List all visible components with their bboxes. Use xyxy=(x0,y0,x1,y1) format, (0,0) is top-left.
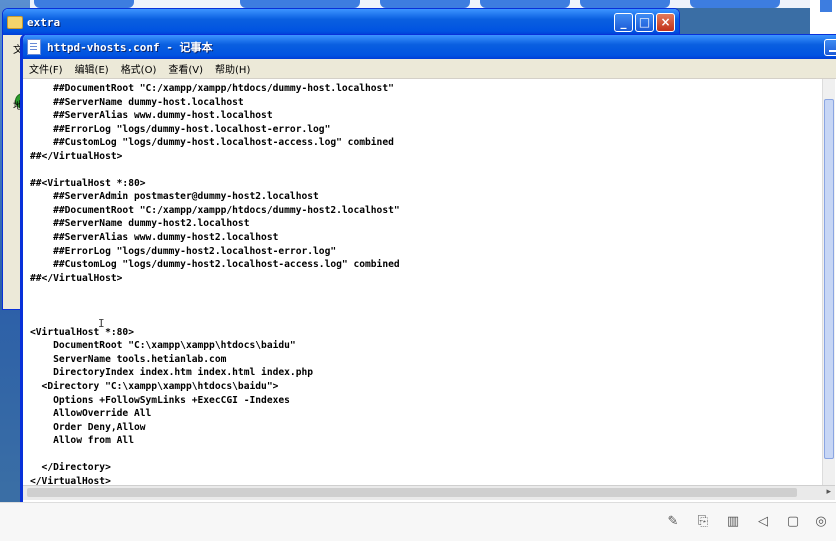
volume-icon[interactable]: ◁ xyxy=(754,513,772,531)
notepad-window[interactable]: httpd-vhosts.conf - 记事本 文件(F) 编辑(E) 格式(O… xyxy=(20,34,836,505)
close-icon: × xyxy=(660,15,671,29)
minimize-button[interactable]: _ xyxy=(614,12,633,32)
viewer-toolbar: ✎ ⎘ ▥ ◁ ▢ ◎ xyxy=(0,502,836,541)
folder-icon xyxy=(7,15,23,29)
menu-view[interactable]: 查看(V) xyxy=(168,61,203,76)
maximize-icon: □ xyxy=(638,15,651,29)
notepad-icon xyxy=(27,39,41,55)
menu-file[interactable]: 文件(F) xyxy=(29,61,63,76)
minimize-icon[interactable] xyxy=(824,39,836,56)
arrow-right-icon[interactable]: ▸ xyxy=(826,487,831,497)
close-button[interactable]: × xyxy=(656,12,675,32)
copy-icon[interactable]: ⎘ xyxy=(694,513,712,531)
explorer-title: extra xyxy=(27,15,61,29)
menu-format[interactable]: 格式(O) xyxy=(121,61,157,76)
scroll-thumb[interactable] xyxy=(27,488,797,497)
taskbar-segment[interactable] xyxy=(380,0,470,8)
top-taskbar-strip xyxy=(0,0,836,8)
editor-content[interactable]: ##DocumentRoot "C:/xampp/xampp/htdocs/du… xyxy=(23,79,835,485)
zoom-icon[interactable]: ◎ xyxy=(812,513,830,531)
menu-help[interactable]: 帮助(H) xyxy=(215,61,250,76)
minimize-icon: _ xyxy=(620,15,627,29)
i-beam-cursor-icon: I xyxy=(98,317,105,330)
text-editor[interactable]: ##DocumentRoot "C:/xampp/xampp/htdocs/du… xyxy=(23,79,835,485)
window-icon[interactable]: ▢ xyxy=(784,513,802,531)
horizontal-scrollbar[interactable]: ▸ xyxy=(23,485,835,500)
explorer-titlebar[interactable]: extra _ □ × xyxy=(3,9,679,35)
menu-edit[interactable]: 编辑(E) xyxy=(75,61,109,76)
scroll-thumb[interactable] xyxy=(824,99,834,459)
pin-icon[interactable]: ✎ xyxy=(664,513,682,531)
menu-bar: 文件(F) 编辑(E) 格式(O) 查看(V) 帮助(H) xyxy=(23,59,836,79)
maximize-button[interactable]: □ xyxy=(635,12,654,32)
taskbar-segment[interactable] xyxy=(240,0,360,8)
taskbar-segment[interactable] xyxy=(690,0,780,8)
vertical-scrollbar[interactable] xyxy=(822,79,835,485)
taskbar-segment[interactable] xyxy=(580,0,670,8)
notepad-title: httpd-vhosts.conf - 记事本 xyxy=(47,41,213,54)
taskbar-segment[interactable] xyxy=(480,0,570,8)
delete-icon[interactable]: ▥ xyxy=(724,513,742,531)
taskbar-segment[interactable] xyxy=(34,0,134,8)
window-button[interactable] xyxy=(820,0,832,12)
notepad-titlebar[interactable]: httpd-vhosts.conf - 记事本 xyxy=(23,35,836,59)
